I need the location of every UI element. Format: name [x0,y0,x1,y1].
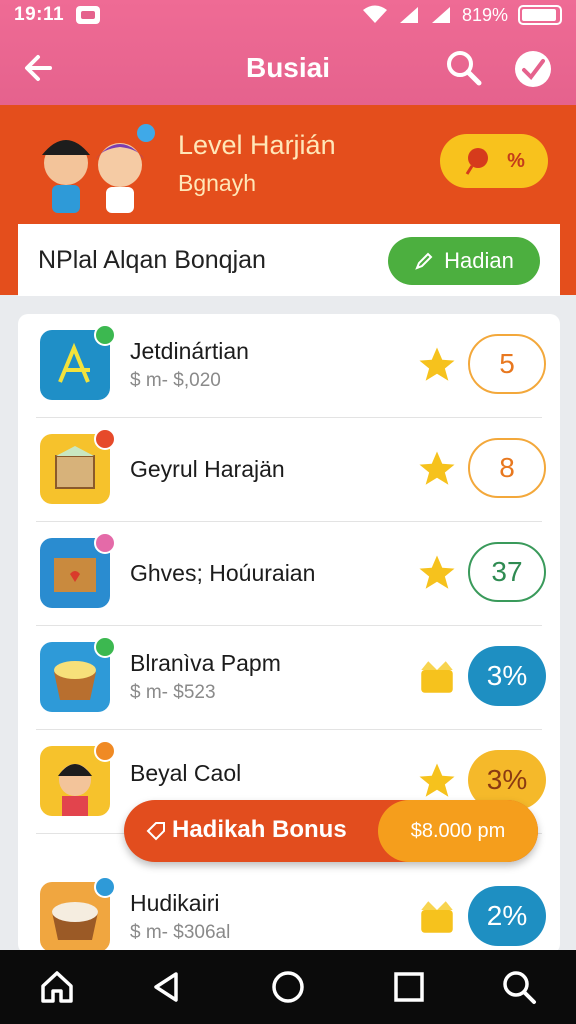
tag-icon [146,822,165,841]
item-price: $ m- $306al [130,922,231,943]
system-nav-bar [0,950,576,1024]
item-name: Ghves; Hoúuraian [130,560,316,586]
level-badge-text: % [507,149,525,172]
score-badge: 37 [468,542,546,602]
status-time: 19:11 [14,4,65,25]
list-item[interactable]: Jetdinártian $ m- $,020 5 [18,314,560,418]
level-badge-button[interactable]: % [440,134,548,188]
level-title: Level Harjián [178,130,336,160]
star-icon [419,763,455,797]
claim-card: NPlal Alqan Bonqjan Hadian [18,224,560,296]
score-badge: 8 [468,438,546,498]
gift-icon [421,901,453,933]
battery-percent: 819% [461,4,508,25]
bonus-label: Hadikah Bonus [172,816,347,843]
item-name: Beyal Caol [130,760,242,786]
page-title: Busiai [245,52,331,83]
app-bar: Busiai [0,38,576,98]
item-price: $ m- $523 [130,682,216,703]
header-area: 19:11 819% Busiai [0,0,576,105]
item-name: Hudikairi [130,890,220,916]
check-badge-icon[interactable] [512,48,554,90]
bonus-amount: $8.000 pm [378,800,538,862]
kids-illustration [42,124,155,213]
home-icon[interactable] [36,966,78,1008]
battery-icon [518,5,562,25]
star-icon [419,555,455,589]
level-subtitle: Bgnayh [178,170,257,196]
item-name: Geyrul Harajän [130,456,285,482]
list-item[interactable]: Ghves; Hoúuraian 37 [18,522,560,626]
signal-icon [399,7,418,23]
item-name: Jetdinártian [130,338,249,364]
list-item[interactable]: Geyrul Harajän 8 [18,418,560,522]
search-icon[interactable] [444,48,484,88]
app-icon [40,740,116,816]
app-icon [40,324,116,400]
wifi-icon [362,5,387,23]
list-item[interactable]: Hudikairi $ m- $306al 2% [18,866,560,954]
star-icon [419,347,455,381]
status-bar: 19:11 819% [0,0,576,30]
search-nav-icon[interactable] [498,966,540,1008]
home-circle-icon[interactable] [267,966,309,1008]
star-icon [419,451,455,485]
claim-button[interactable]: Hadian [388,237,540,285]
app-icon [40,532,116,608]
recents-icon[interactable] [388,966,430,1008]
app-icon [40,876,116,952]
pin-icon [465,148,489,175]
claim-button-label: Hadian [444,248,514,273]
claim-text: NPlal Alqan Bonqjan [38,246,266,274]
back-icon[interactable] [146,966,188,1008]
item-name: Blranìva Papm [130,650,281,676]
bonus-bar[interactable]: Hadikah Bonus $8.000 pm [124,800,538,862]
app-icon [40,428,116,504]
score-badge: 3% [468,646,546,706]
score-badge: 2% [468,886,546,946]
list-item[interactable]: Blranìva Papm $ m- $523 3% [18,626,560,730]
notification-icon [76,6,101,24]
item-price: $ m- $,020 [130,370,221,391]
pencil-icon [415,252,433,270]
gift-icon [421,661,453,693]
signal-icon-2 [431,7,450,23]
score-badge: 5 [468,334,546,394]
app-icon [40,636,116,712]
